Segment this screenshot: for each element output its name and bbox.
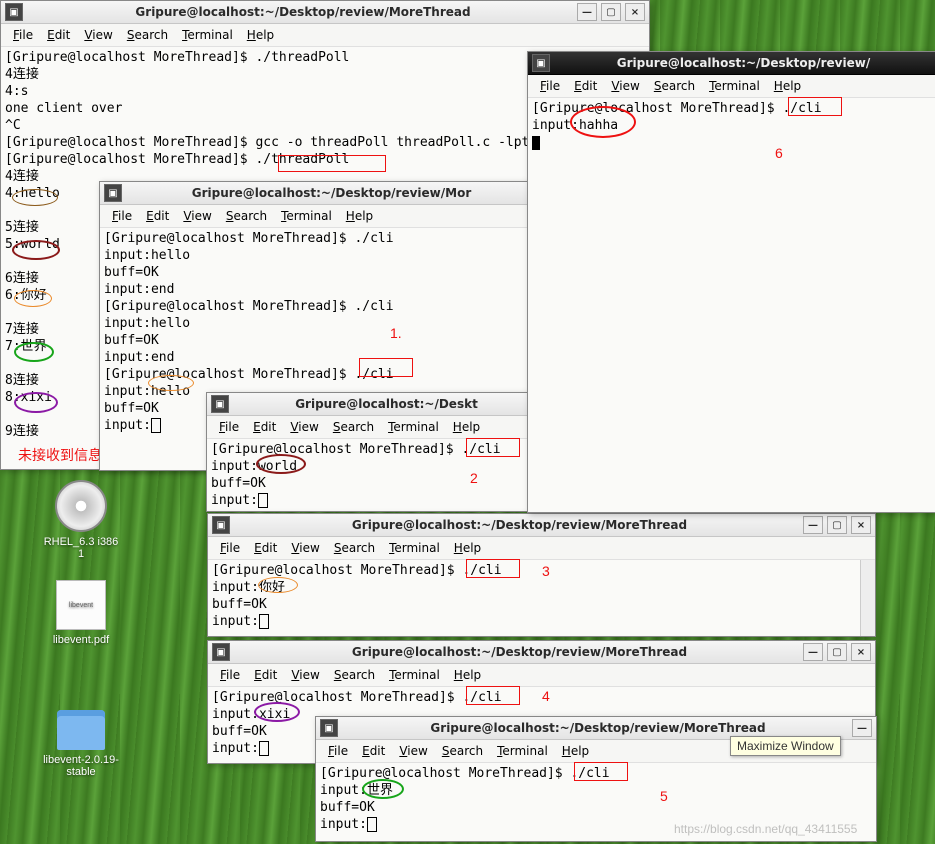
- desktop-icon-dvd[interactable]: RHEL_6.3 i386 1: [42, 480, 120, 560]
- window-titlebar[interactable]: ▣ Gripure@localhost:~/Desktop/review/: [528, 52, 935, 75]
- menu-edit[interactable]: Edit: [41, 26, 76, 44]
- terminal-output[interactable]: [Gripure@localhost MoreThread]$ ./cli in…: [528, 98, 935, 512]
- terminal-icon: ▣: [5, 3, 23, 21]
- minimize-button[interactable]: —: [803, 643, 823, 661]
- menu-help[interactable]: Help: [340, 207, 379, 225]
- cursor: [367, 817, 377, 832]
- window-title: Gripure@localhost:~/Deskt: [235, 397, 538, 411]
- menu-terminal[interactable]: Terminal: [383, 666, 446, 684]
- menu-view[interactable]: View: [177, 207, 217, 225]
- menu-file[interactable]: File: [213, 418, 245, 436]
- window-title: Gripure@localhost:~/Desktop/review/: [556, 56, 931, 70]
- menu-view[interactable]: View: [285, 539, 325, 557]
- cursor: [258, 493, 268, 508]
- window-titlebar[interactable]: ▣ Gripure@localhost:~/Desktop/review/Mor…: [208, 514, 875, 537]
- menu-search[interactable]: Search: [328, 539, 381, 557]
- menubar: File Edit View Search Terminal Help: [100, 205, 539, 228]
- icon-label: libevent-2.0.19-stable: [42, 754, 120, 778]
- cursor: [151, 418, 161, 433]
- cursor: [259, 741, 269, 756]
- menu-view[interactable]: View: [78, 26, 118, 44]
- menu-file[interactable]: File: [534, 77, 566, 95]
- minimize-button[interactable]: —: [852, 719, 872, 737]
- maximize-button[interactable]: ▢: [827, 643, 847, 661]
- menu-terminal[interactable]: Terminal: [382, 418, 445, 436]
- terminal-icon: ▣: [532, 54, 550, 72]
- menubar: File Edit View Search Terminal Help: [1, 24, 649, 47]
- menu-edit[interactable]: Edit: [140, 207, 175, 225]
- menu-view[interactable]: View: [284, 418, 324, 436]
- cursor: [532, 136, 540, 150]
- terminal-3: ▣ Gripure@localhost:~/Desktop/review/Mor…: [207, 513, 876, 637]
- desktop-icon-folder[interactable]: libevent-2.0.19-stable: [42, 702, 120, 778]
- menu-help[interactable]: Help: [448, 666, 487, 684]
- terminal-icon: ▣: [320, 719, 338, 737]
- menu-edit[interactable]: Edit: [568, 77, 603, 95]
- window-title: Gripure@localhost:~/Desktop/review/MoreT…: [236, 645, 803, 659]
- close-button[interactable]: ×: [851, 516, 871, 534]
- menubar: File Edit View Search Terminal Help: [207, 416, 542, 439]
- menu-help[interactable]: Help: [447, 418, 486, 436]
- terminal-icon: ▣: [104, 184, 122, 202]
- terminal-output[interactable]: [Gripure@localhost MoreThread]$ ./cli in…: [207, 439, 542, 511]
- icon-label: RHEL_6.3 i386 1: [42, 536, 120, 560]
- menu-view[interactable]: View: [393, 742, 433, 760]
- menu-edit[interactable]: Edit: [356, 742, 391, 760]
- menu-terminal[interactable]: Terminal: [703, 77, 766, 95]
- terminal-2: ▣ Gripure@localhost:~/Deskt File Edit Vi…: [206, 392, 543, 512]
- menu-search[interactable]: Search: [648, 77, 701, 95]
- menu-help[interactable]: Help: [556, 742, 595, 760]
- menu-terminal[interactable]: Terminal: [176, 26, 239, 44]
- maximize-button[interactable]: ▢: [827, 516, 847, 534]
- window-title: Gripure@localhost:~/Desktop/review/MoreT…: [236, 518, 803, 532]
- menu-terminal[interactable]: Terminal: [383, 539, 446, 557]
- menu-search[interactable]: Search: [327, 418, 380, 436]
- terminal-icon: ▣: [212, 516, 230, 534]
- menu-edit[interactable]: Edit: [248, 539, 283, 557]
- menubar: File Edit View Search Terminal Help: [208, 537, 875, 560]
- window-title: Gripure@localhost:~/Desktop/review/MoreT…: [29, 5, 577, 19]
- terminal-6: ▣ Gripure@localhost:~/Desktop/review/ Fi…: [527, 51, 935, 513]
- menu-edit[interactable]: Edit: [248, 666, 283, 684]
- menubar: File Edit View Search Terminal Help: [528, 75, 935, 98]
- window-titlebar[interactable]: ▣ Gripure@localhost:~/Desktop/review/Mor…: [1, 1, 649, 24]
- close-button[interactable]: ×: [851, 643, 871, 661]
- window-title: Gripure@localhost:~/Desktop/review/MoreT…: [344, 721, 852, 735]
- menu-search[interactable]: Search: [436, 742, 489, 760]
- menu-view[interactable]: View: [605, 77, 645, 95]
- tooltip-maximize: Maximize Window: [730, 736, 841, 756]
- menu-file[interactable]: File: [7, 26, 39, 44]
- window-titlebar[interactable]: ▣ Gripure@localhost:~/Deskt: [207, 393, 542, 416]
- menu-help[interactable]: Help: [448, 539, 487, 557]
- scrollbar[interactable]: [860, 560, 875, 636]
- watermark: https://blog.csdn.net/qq_43411555: [674, 822, 857, 836]
- close-button[interactable]: ×: [625, 3, 645, 21]
- window-title: Gripure@localhost:~/Desktop/review/Mor: [128, 186, 535, 200]
- menu-file[interactable]: File: [322, 742, 354, 760]
- terminal-icon: ▣: [212, 643, 230, 661]
- menu-terminal[interactable]: Terminal: [275, 207, 338, 225]
- menubar: File Edit View Search Terminal Help: [208, 664, 875, 687]
- menu-edit[interactable]: Edit: [247, 418, 282, 436]
- minimize-button[interactable]: —: [803, 516, 823, 534]
- cursor: [259, 614, 269, 629]
- window-titlebar[interactable]: ▣ Gripure@localhost:~/Desktop/review/Mor…: [208, 641, 875, 664]
- menu-view[interactable]: View: [285, 666, 325, 684]
- menu-file[interactable]: File: [214, 666, 246, 684]
- icon-label: libevent.pdf: [53, 634, 109, 646]
- minimize-button[interactable]: —: [577, 3, 597, 21]
- menu-help[interactable]: Help: [241, 26, 280, 44]
- menu-search[interactable]: Search: [121, 26, 174, 44]
- menu-terminal[interactable]: Terminal: [491, 742, 554, 760]
- menu-search[interactable]: Search: [220, 207, 273, 225]
- window-titlebar[interactable]: ▣ Gripure@localhost:~/Desktop/review/Mor: [100, 182, 539, 205]
- menu-search[interactable]: Search: [328, 666, 381, 684]
- maximize-button[interactable]: ▢: [601, 3, 621, 21]
- desktop-icon-pdf[interactable]: libevent libevent.pdf: [42, 580, 120, 646]
- terminal-output[interactable]: [Gripure@localhost MoreThread]$ ./cli in…: [208, 560, 875, 636]
- menu-file[interactable]: File: [106, 207, 138, 225]
- terminal-icon: ▣: [211, 395, 229, 413]
- menu-help[interactable]: Help: [768, 77, 807, 95]
- menu-file[interactable]: File: [214, 539, 246, 557]
